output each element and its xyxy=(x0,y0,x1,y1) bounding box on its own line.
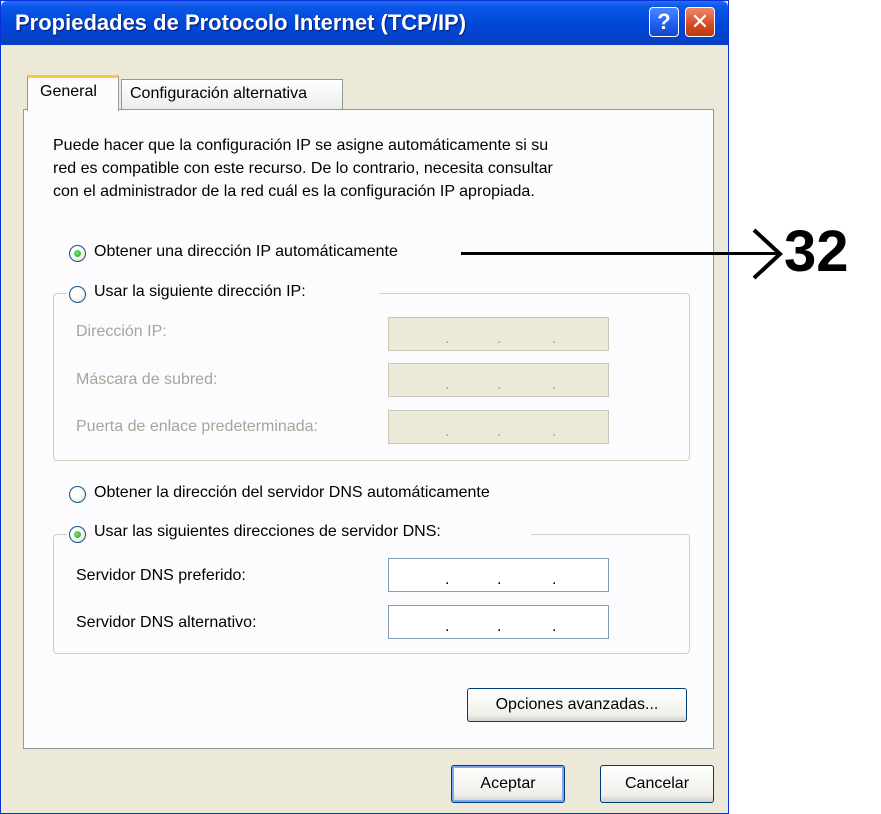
dns-auto-label[interactable]: Obtener la dirección del servidor DNS au… xyxy=(94,484,490,502)
dns-manual-radio[interactable] xyxy=(69,526,86,543)
ip-octet-separator: . xyxy=(445,376,450,393)
ip-octet-separator: . xyxy=(552,330,557,347)
dns-manual-legend: Usar las siguientes direcciones de servi… xyxy=(67,522,531,546)
title-bar[interactable]: Propiedades de Protocolo Internet (TCP/I… xyxy=(1,1,728,45)
subnet-mask-field[interactable]: . . . xyxy=(388,363,609,397)
help-button[interactable]: ? xyxy=(649,7,679,37)
ip-octet-separator: . xyxy=(445,571,450,588)
ok-button[interactable]: Aceptar xyxy=(451,765,565,803)
ip-octet-separator: . xyxy=(445,618,450,635)
ip-octet-separator: . xyxy=(497,618,502,635)
ip-octet-separator: . xyxy=(445,423,450,440)
preferred-dns-field[interactable]: . . . xyxy=(388,558,609,592)
description-line: red es compatible con este recurso. De l… xyxy=(53,160,553,177)
tab-alternative-label: Configuración alternativa xyxy=(130,85,307,102)
ip-octet-separator: . xyxy=(445,330,450,347)
ip-manual-radio[interactable] xyxy=(69,286,86,303)
description-line: Puede hacer que la configuración IP se a… xyxy=(53,137,549,154)
alternate-dns-label: Servidor DNS alternativo: xyxy=(76,614,257,631)
ip-address-label: Dirección IP: xyxy=(76,323,167,340)
annotation-number: 32 xyxy=(784,219,849,284)
radio-selected-dot xyxy=(74,531,81,538)
description-text: Puede hacer que la configuración IP se a… xyxy=(53,134,693,203)
ip-octet-separator: . xyxy=(497,376,502,393)
default-gateway-label: Puerta de enlace predeterminada: xyxy=(76,418,318,435)
annotation-line xyxy=(461,252,779,255)
ip-octet-separator: . xyxy=(497,330,502,347)
tab-general-label: General xyxy=(40,83,97,100)
tab-general[interactable]: General xyxy=(27,75,119,111)
close-button[interactable]: ✕ xyxy=(685,7,715,37)
description-line: con el administrador de la red cuál es l… xyxy=(53,183,535,200)
radio-selected-dot xyxy=(74,250,81,257)
close-icon: ✕ xyxy=(690,9,710,34)
tab-alternative-configuration[interactable]: Configuración alternativa xyxy=(121,79,343,109)
tcpip-properties-dialog: Propiedades de Protocolo Internet (TCP/I… xyxy=(0,0,729,814)
ip-octet-separator: . xyxy=(552,423,557,440)
ip-address-field[interactable]: . . . xyxy=(388,317,609,351)
ip-octet-separator: . xyxy=(552,618,557,635)
default-gateway-field[interactable]: . . . xyxy=(388,410,609,444)
ip-auto-label[interactable]: Obtener una dirección IP automáticamente xyxy=(94,243,398,261)
dns-manual-label[interactable]: Usar las siguientes direcciones de servi… xyxy=(94,523,441,541)
advanced-options-button[interactable]: Opciones avanzadas... xyxy=(467,688,687,722)
dns-auto-radio[interactable] xyxy=(69,486,86,503)
preferred-dns-label: Servidor DNS preferido: xyxy=(76,567,246,584)
ip-manual-legend: Usar la siguiente dirección IP: xyxy=(67,282,379,306)
ip-octet-separator: . xyxy=(552,376,557,393)
window-title: Propiedades de Protocolo Internet (TCP/I… xyxy=(15,10,467,35)
subnet-mask-label: Máscara de subred: xyxy=(76,371,218,388)
question-mark-icon: ? xyxy=(657,9,671,34)
cancel-button[interactable]: Cancelar xyxy=(600,765,714,803)
alternate-dns-field[interactable]: . . . xyxy=(388,605,609,639)
ip-auto-radio[interactable] xyxy=(69,245,86,262)
ip-octet-separator: . xyxy=(552,571,557,588)
ip-manual-label[interactable]: Usar la siguiente dirección IP: xyxy=(94,283,306,301)
ip-octet-separator: . xyxy=(497,571,502,588)
ip-octet-separator: . xyxy=(497,423,502,440)
